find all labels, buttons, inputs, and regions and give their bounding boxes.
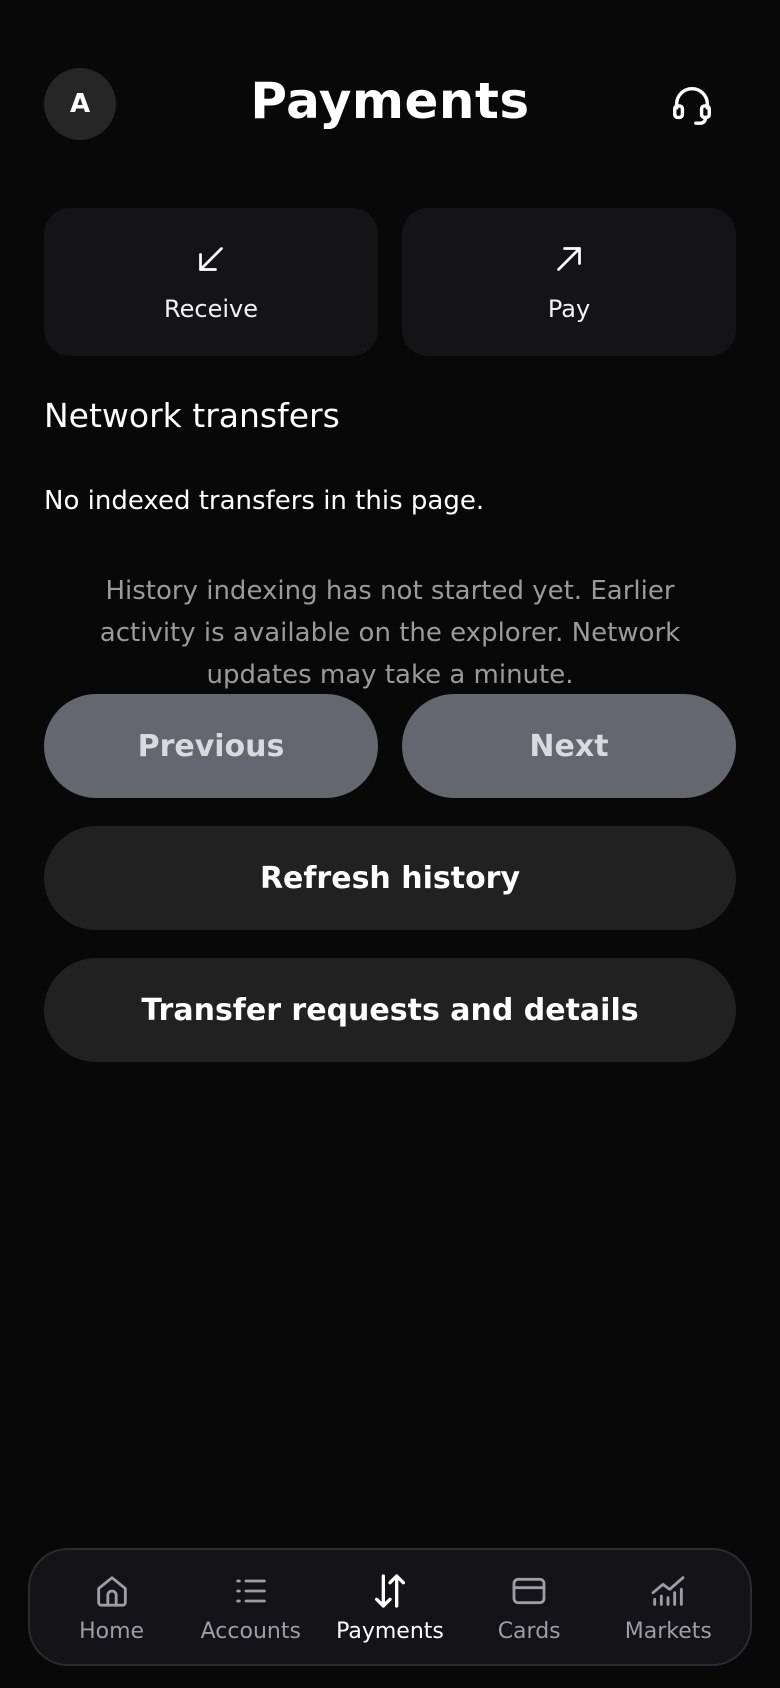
- card-icon: [512, 1577, 546, 1604]
- nav-item-accounts[interactable]: Accounts: [183, 1557, 319, 1657]
- refresh-history-button[interactable]: Refresh history: [44, 826, 736, 930]
- nav-label-accounts: Accounts: [200, 1618, 301, 1644]
- receive-button[interactable]: Receive: [44, 208, 378, 356]
- arrow-down-left-icon: [199, 247, 223, 271]
- nav-label-cards: Cards: [497, 1618, 561, 1644]
- nav-label-markets: Markets: [624, 1618, 712, 1644]
- bottom-nav: Home Accounts Payments Cards Markets: [28, 1548, 752, 1666]
- nav-item-payments[interactable]: Payments: [322, 1557, 458, 1657]
- nav-label-home: Home: [79, 1618, 145, 1644]
- list-icon: [236, 1579, 266, 1602]
- home-icon: [96, 1575, 127, 1607]
- nav-label-payments: Payments: [336, 1618, 444, 1644]
- pay-button[interactable]: Pay: [402, 208, 736, 356]
- page-title: Payments: [250, 72, 530, 130]
- nav-item-home[interactable]: Home: [44, 1557, 180, 1657]
- history-info-message: History indexing has not started yet. Ea…: [99, 576, 681, 690]
- receive-label: Receive: [164, 295, 258, 323]
- transfer-requests-button[interactable]: Transfer requests and details: [44, 958, 736, 1062]
- payments-screen: A Payments Receive Pay Network transfers…: [0, 0, 780, 1688]
- empty-transfers-message: No indexed transfers in this page.: [44, 486, 485, 516]
- section-title: Network transfers: [44, 396, 340, 435]
- headset-icon: [673, 87, 711, 125]
- previous-button[interactable]: Previous: [44, 694, 378, 798]
- transfer-arrows-icon: [374, 1573, 405, 1608]
- chart-icon: [651, 1575, 685, 1606]
- nav-item-markets[interactable]: Markets: [600, 1557, 736, 1657]
- nav-item-cards[interactable]: Cards: [461, 1557, 597, 1657]
- support-button[interactable]: [666, 78, 718, 130]
- pay-label: Pay: [547, 295, 591, 323]
- next-button[interactable]: Next: [402, 694, 736, 798]
- arrow-up-right-icon: [557, 247, 581, 271]
